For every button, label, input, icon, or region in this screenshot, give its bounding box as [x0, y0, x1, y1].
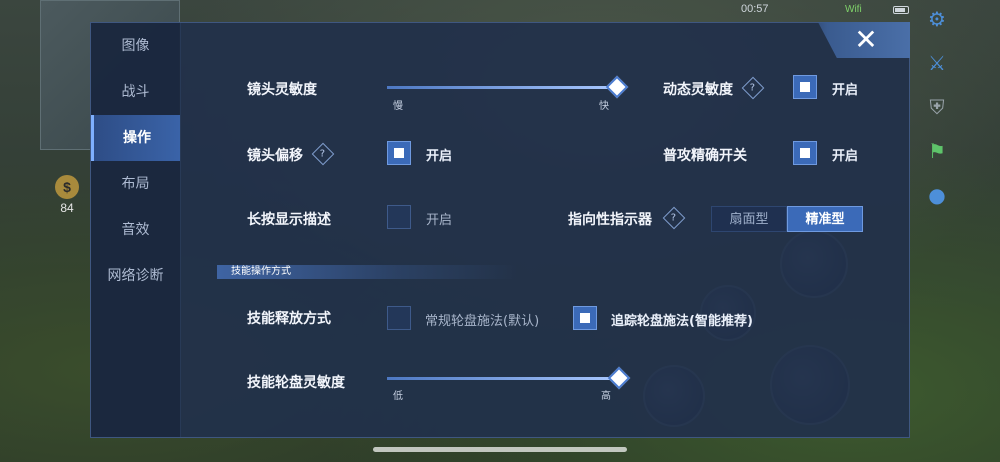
long-press-desc-checkbox-label: 开启	[426, 213, 453, 228]
camera-offset-checkbox[interactable]	[387, 141, 411, 165]
chat-bubble-icon[interactable]: ●	[924, 182, 950, 208]
tab-network-diagnostics[interactable]: 网络诊断	[91, 253, 180, 299]
camera-sensitivity-fill	[387, 86, 617, 89]
wheel-sensitivity-fill	[387, 377, 619, 380]
help-glyph: ?	[671, 212, 677, 224]
shield-icon[interactable]: ⛨	[924, 94, 950, 120]
home-indicator[interactable]	[373, 447, 627, 452]
tab-controls[interactable]: 操作	[91, 115, 180, 161]
dynamic-sensitivity-checkbox[interactable]	[793, 75, 817, 99]
right-toolbar: ⚙ ⚔ ⛨ ⚑ ●	[924, 6, 954, 226]
tab-audio[interactable]: 音效	[91, 207, 180, 253]
gear-icon[interactable]: ⚙	[924, 6, 950, 32]
cast-normal-checkbox[interactable]	[387, 306, 411, 330]
money-bag-icon: $	[55, 175, 79, 199]
cast-tracking-label: 追踪轮盘施法(智能推荐)	[611, 314, 753, 329]
close-button[interactable]: ✕	[851, 25, 881, 55]
tab-layout[interactable]: 布局	[91, 161, 180, 207]
tab-combat[interactable]: 战斗	[91, 69, 180, 115]
camera-offset-checkbox-label: 开启	[426, 149, 453, 164]
settings-tab-strip: 图像 战斗 操作 布局 音效 网络诊断	[91, 23, 181, 437]
help-icon[interactable]: ?	[311, 142, 335, 166]
cast-normal-label: 常规轮盘施法(默认)	[425, 314, 540, 329]
long-press-desc-label: 长按显示描述	[247, 212, 331, 228]
precise-attack-checkbox[interactable]	[793, 141, 817, 165]
help-icon[interactable]: ?	[662, 206, 686, 230]
battery-icon	[893, 6, 909, 14]
camera-sensitivity-max-label: 快	[599, 101, 609, 112]
help-icon[interactable]: ?	[741, 76, 765, 100]
status-time: 00:57	[741, 3, 769, 15]
option-sector[interactable]: 扇面型	[711, 206, 787, 232]
long-press-desc-checkbox[interactable]	[387, 205, 411, 229]
option-precise[interactable]: 精准型	[787, 206, 863, 232]
skill-section-header: 技能操作方式	[217, 265, 517, 279]
flag-icon[interactable]: ⚑	[924, 138, 950, 164]
camera-sensitivity-slider[interactable]	[387, 75, 629, 99]
wheel-sensitivity-handle[interactable]	[607, 366, 631, 390]
cast-tracking-checkbox[interactable]	[573, 306, 597, 330]
gold-counter: $ 84	[52, 175, 82, 215]
precise-attack-checkbox-label: 开启	[832, 149, 859, 164]
wheel-sensitivity-max-label: 高	[601, 391, 611, 402]
help-glyph: ?	[750, 82, 756, 94]
wheel-sensitivity-slider[interactable]	[387, 366, 631, 390]
settings-panel: 图像 战斗 操作 布局 音效 网络诊断 ✕ 镜头灵敏度 慢 快 动态灵敏度 ? …	[90, 22, 910, 438]
status-wifi: Wifi	[845, 4, 862, 15]
precise-attack-label: 普攻精确开关	[663, 148, 747, 164]
skill-cast-mode-label: 技能释放方式	[247, 311, 331, 327]
gold-value: 84	[60, 201, 74, 215]
tab-graphics[interactable]: 图像	[91, 23, 180, 69]
dynamic-sensitivity-label: 动态灵敏度	[663, 82, 733, 98]
sword-icon[interactable]: ⚔	[924, 50, 950, 76]
dynamic-sensitivity-checkbox-label: 开启	[832, 83, 859, 98]
camera-sensitivity-label: 镜头灵敏度	[247, 82, 317, 98]
direction-indicator-toggle: 扇面型 精准型	[711, 206, 863, 232]
direction-indicator-label: 指向性指示器	[568, 212, 652, 228]
wheel-sensitivity-min-label: 低	[393, 391, 403, 402]
wheel-sensitivity-label: 技能轮盘灵敏度	[247, 375, 345, 391]
camera-offset-label: 镜头偏移	[247, 148, 303, 164]
camera-sensitivity-handle[interactable]	[605, 75, 629, 99]
help-glyph: ?	[320, 148, 326, 160]
camera-sensitivity-min-label: 慢	[393, 101, 403, 112]
